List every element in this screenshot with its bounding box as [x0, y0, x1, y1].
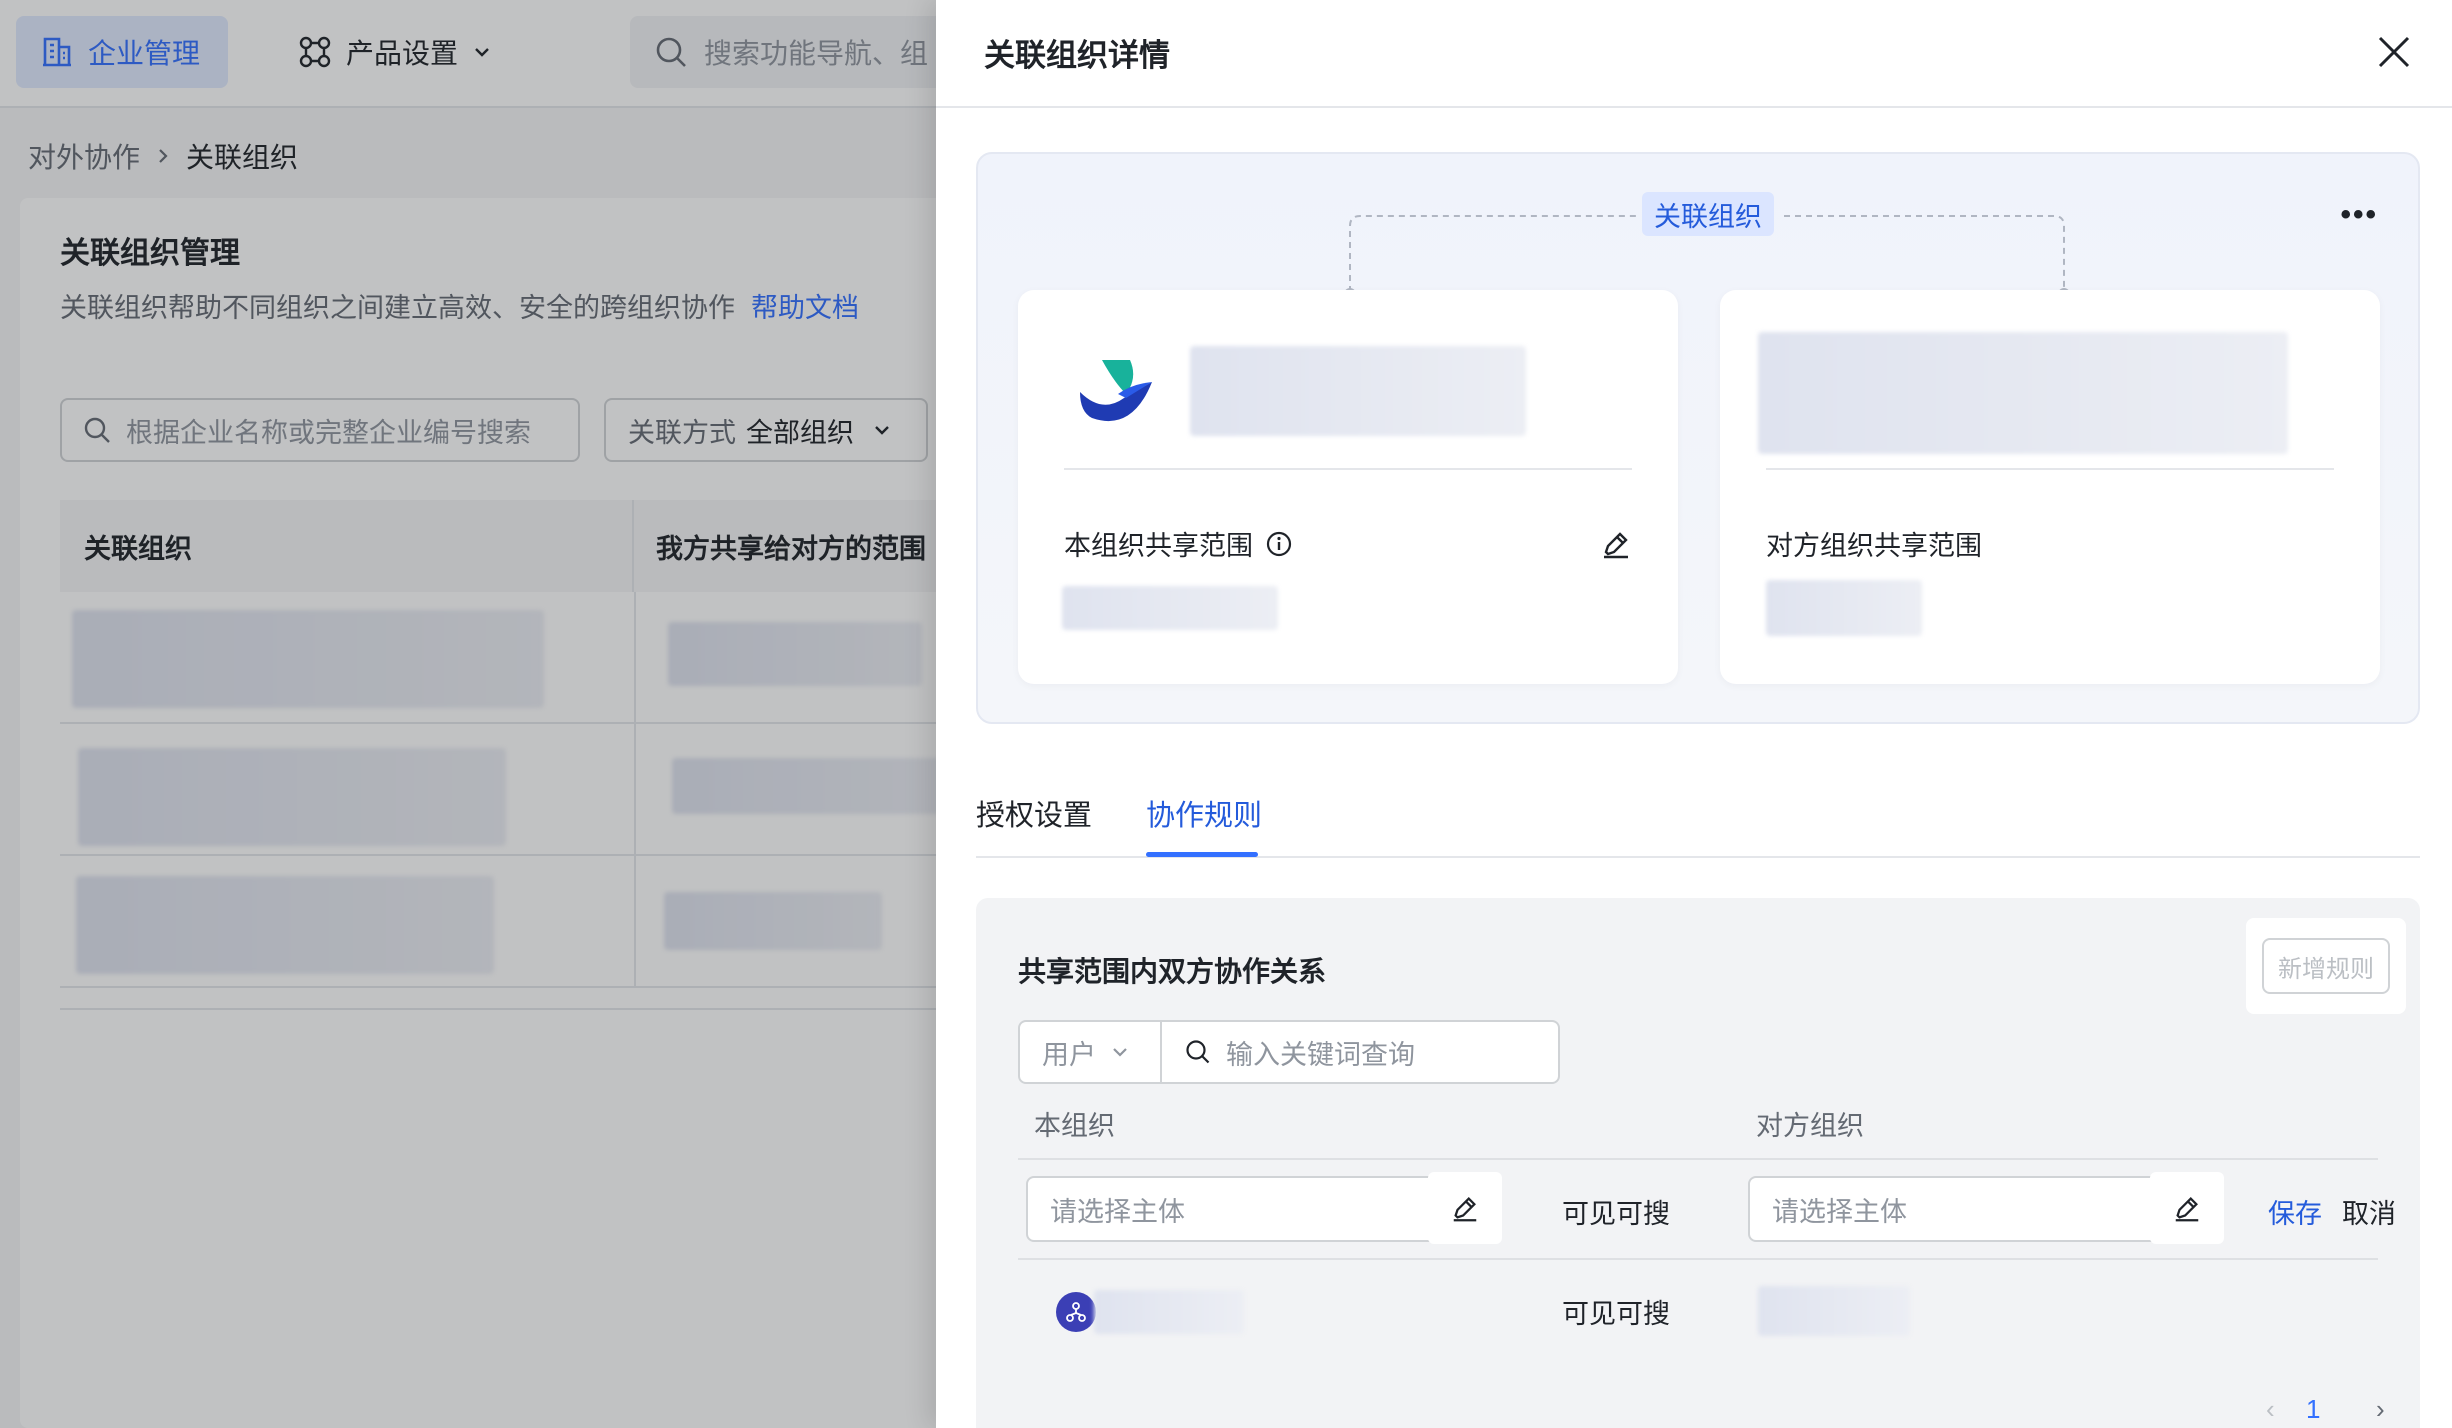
peer-subject-picker[interactable]: 请选择主体: [1748, 1176, 2212, 1242]
search-icon: [1186, 1040, 1210, 1064]
org-detail-drawer: 关联组织详情 关联组织 ••• 本组织共享范围 对方组织共享范围 授权设置 协作…: [936, 0, 2452, 1428]
peer-org-card: 对方组织共享范围: [1720, 290, 2380, 684]
relation-text: 可见可搜: [1562, 1199, 1670, 1229]
add-rule-button[interactable]: 新增规则: [2262, 938, 2390, 994]
pagination-page[interactable]: 1: [2306, 1394, 2320, 1425]
rules-header-divider: [1018, 1158, 2378, 1160]
info-icon[interactable]: [1265, 530, 1293, 558]
active-tab-indicator: [1146, 852, 1258, 857]
col-own-org: 本组织: [1034, 1111, 1115, 1141]
redacted-peer-scope: [1766, 580, 1922, 636]
redacted-peer-subject: [1758, 1286, 1910, 1336]
add-rule-highlight: 新增规则: [2246, 918, 2406, 1014]
pagination-next[interactable]: ›: [2376, 1394, 2385, 1425]
redacted-own-subject: [1094, 1290, 1244, 1334]
org-logo-icon: [1080, 360, 1152, 422]
entity-type-value: 用户: [1042, 1039, 1096, 1070]
save-button[interactable]: 保存: [2268, 1192, 2322, 1231]
redacted-peer-org-name: [1758, 332, 2288, 454]
department-avatar: [1056, 1292, 1096, 1332]
pagination-prev[interactable]: ‹: [2266, 1394, 2275, 1425]
redacted-own-org-name: [1190, 346, 1526, 436]
col-peer-org: 对方组织: [1756, 1111, 1864, 1141]
chevron-down-icon: [1113, 1048, 1127, 1057]
rule-search-placeholder: 输入关键词查询: [1226, 1039, 1415, 1070]
tab-authorization[interactable]: 授权设置: [976, 792, 1092, 834]
edit-icon: [1604, 532, 1628, 559]
own-org-card: 本组织共享范围: [1018, 290, 1678, 684]
rule-search-input[interactable]: 输入关键词查询: [1162, 1033, 1415, 1072]
drawer-header: 关联组织详情: [936, 0, 2452, 108]
drawer-tabs: 授权设置 协作规则: [976, 776, 2420, 858]
org-structure-icon: [1066, 1302, 1086, 1322]
own-scope-label-text: 本组织共享范围: [1064, 531, 1253, 561]
close-button[interactable]: [2370, 28, 2418, 76]
entity-type-select[interactable]: 用户: [1020, 1022, 1162, 1082]
own-subject-picker[interactable]: 请选择主体: [1026, 1176, 1490, 1242]
rules-title: 共享范围内双方协作关系: [1018, 956, 1327, 987]
edit-own-scope-button[interactable]: [1596, 524, 1636, 564]
rule-filter: 用户 输入关键词查询: [1018, 1020, 1560, 1084]
org-relation-panel: 关联组织 ••• 本组织共享范围 对方组织共享范围: [976, 152, 2420, 724]
redacted-own-scope: [1062, 586, 1278, 630]
cancel-button[interactable]: 取消: [2342, 1192, 2396, 1231]
rules-row-divider: [1018, 1258, 2378, 1260]
edit-icon: [1453, 1197, 1477, 1222]
tab-collaboration-rules[interactable]: 协作规则: [1146, 792, 1262, 834]
association-badge: 关联组织: [1642, 192, 1774, 236]
drawer-title: 关联组织详情: [984, 38, 1170, 73]
edit-icon: [2175, 1197, 2199, 1222]
edit-own-subject-button[interactable]: [1428, 1172, 1502, 1244]
close-icon: [2378, 36, 2410, 68]
own-scope-label: 本组织共享范围: [1064, 524, 1293, 563]
more-icon[interactable]: •••: [2340, 198, 2378, 232]
peer-scope-label: 对方组织共享范围: [1766, 531, 1982, 561]
card-divider: [1766, 468, 2334, 470]
edit-peer-subject-button[interactable]: [2150, 1172, 2224, 1244]
card-divider: [1064, 468, 1632, 470]
relation-text: 可见可搜: [1562, 1299, 1670, 1329]
collaboration-rules-panel: 共享范围内双方协作关系 新增规则 用户 输入关键词查询 本组织 对方组织 请选择…: [976, 898, 2420, 1428]
